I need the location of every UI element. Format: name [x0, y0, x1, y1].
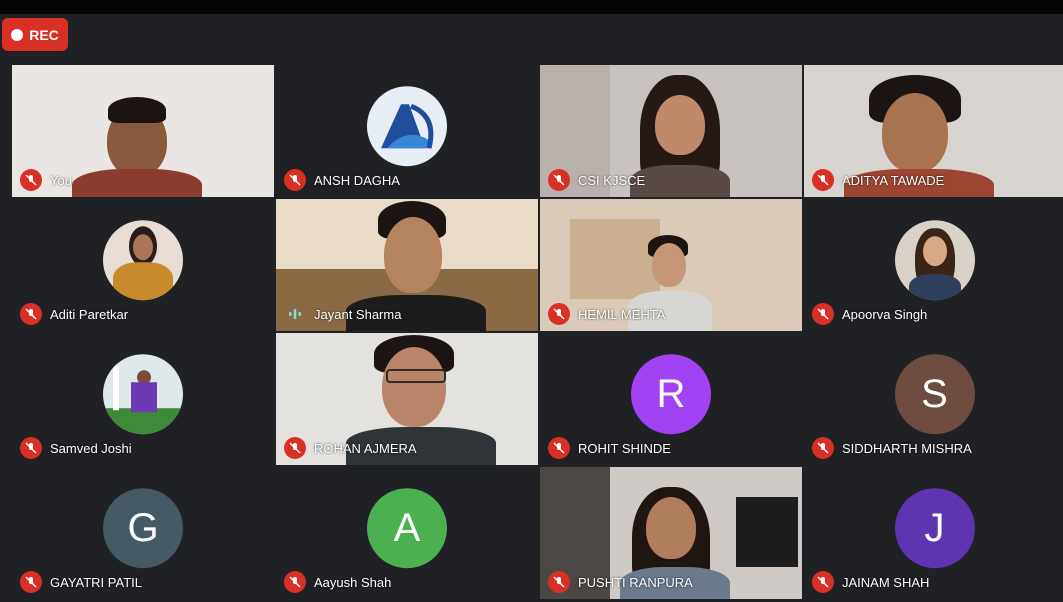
mic-off-icon	[812, 303, 834, 325]
participant-label: HEMIL MEHTA	[548, 303, 665, 325]
avatar-initial: A	[393, 505, 421, 550]
mic-off-icon	[284, 571, 306, 593]
mic-off-icon	[812, 571, 834, 593]
team-logo-icon	[381, 103, 434, 149]
record-dot-icon	[11, 28, 24, 41]
participant-label: ROHAN AJMERA	[284, 437, 417, 459]
mic-off-icon	[812, 437, 834, 459]
participant-name: Apoorva Singh	[842, 306, 928, 322]
avatar-initial: S	[921, 371, 948, 416]
profile-photo	[894, 220, 975, 301]
avatar-initial: G	[127, 505, 159, 550]
participant-name: ROHAN AJMERA	[314, 440, 417, 456]
participant-tile[interactable]: ADITYA TAWADE	[804, 65, 1063, 197]
audio-level-icon	[284, 303, 306, 325]
participant-name: CSI KJSCE	[578, 172, 646, 188]
participant-label: SIDDHARTH MISHRA	[812, 437, 972, 459]
initial-avatar: J	[894, 488, 975, 569]
participant-label: PUSHTI RANPURA	[548, 571, 693, 593]
participant-tile[interactable]: PUSHTI RANPURA	[540, 467, 802, 599]
mic-off-icon	[20, 303, 42, 325]
participant-name: GAYATRI PATIL	[50, 574, 142, 590]
mic-off-icon	[20, 571, 42, 593]
participant-name: SIDDHARTH MISHRA	[842, 440, 972, 456]
profile-photo	[103, 354, 183, 435]
mic-off-icon	[284, 169, 306, 191]
participant-name: Aayush Shah	[314, 574, 392, 590]
participant-tile[interactable]: HEMIL MEHTA	[540, 199, 802, 331]
participant-tile[interactable]: S SIDDHARTH MISHRA	[804, 333, 1063, 465]
participant-label: ANSH DAGHA	[284, 169, 400, 191]
participant-tile[interactable]: CSI KJSCE	[540, 65, 802, 197]
initial-avatar: A	[367, 488, 447, 569]
participant-name: ANSH DAGHA	[314, 172, 400, 188]
participant-name: PUSHTI RANPURA	[578, 574, 693, 590]
participant-label: Aayush Shah	[284, 571, 391, 593]
initial-avatar: S	[894, 354, 975, 435]
mic-off-icon	[284, 437, 306, 459]
mic-off-icon	[20, 169, 42, 191]
participant-tile[interactable]: You	[12, 65, 274, 197]
participant-name: ROHIT SHINDE	[578, 440, 671, 456]
avatar-initial: R	[656, 371, 686, 416]
mic-off-icon	[548, 437, 570, 459]
participant-tile-active-speaker[interactable]: Jayant Sharma	[276, 199, 538, 331]
participant-tile[interactable]: J JAINAM SHAH	[804, 467, 1063, 599]
participant-tile[interactable]: G GAYATRI PATIL	[12, 467, 274, 599]
participant-tile[interactable]: Samved Joshi	[12, 333, 274, 465]
participant-name: Aditi Paretkar	[50, 306, 129, 322]
participant-name: Samved Joshi	[50, 440, 132, 456]
participant-name: You	[50, 172, 72, 188]
participant-tile[interactable]: Apoorva Singh	[804, 199, 1063, 331]
participant-label: Jayant Sharma	[284, 303, 401, 325]
participant-tile[interactable]: A Aayush Shah	[276, 467, 538, 599]
participant-tile[interactable]: ROHAN AJMERA	[276, 333, 538, 465]
participant-name: Jayant Sharma	[314, 306, 402, 322]
participant-name: HEMIL MEHTA	[578, 306, 666, 322]
mic-off-icon	[20, 437, 42, 459]
participant-name: JAINAM SHAH	[842, 574, 930, 590]
logo-avatar	[367, 86, 447, 167]
participant-grid: You ANSH DAGHA CSI KJSCE ADITYA TAWADE A…	[12, 65, 1063, 599]
recording-indicator[interactable]: REC	[2, 18, 68, 51]
mic-off-icon	[548, 571, 570, 593]
initial-avatar: G	[103, 488, 183, 569]
participant-tile[interactable]: R ROHIT SHINDE	[540, 333, 802, 465]
avatar-initial: J	[924, 505, 945, 550]
participant-tile[interactable]: ANSH DAGHA	[276, 65, 538, 197]
mic-off-icon	[548, 303, 570, 325]
mic-off-icon	[548, 169, 570, 191]
participant-label: Samved Joshi	[20, 437, 132, 459]
recording-label: REC	[29, 26, 59, 43]
participant-label: You	[20, 169, 72, 191]
profile-photo	[103, 220, 183, 301]
participant-label: JAINAM SHAH	[812, 571, 929, 593]
participant-label: CSI KJSCE	[548, 169, 645, 191]
mic-off-icon	[812, 169, 834, 191]
top-bar	[0, 0, 1063, 14]
initial-avatar: R	[631, 354, 711, 435]
participant-name: ADITYA TAWADE	[842, 172, 945, 188]
participant-label: Aditi Paretkar	[20, 303, 128, 325]
participant-label: ADITYA TAWADE	[812, 169, 944, 191]
participant-tile[interactable]: Aditi Paretkar	[12, 199, 274, 331]
participant-label: ROHIT SHINDE	[548, 437, 671, 459]
participant-label: Apoorva Singh	[812, 303, 927, 325]
participant-label: GAYATRI PATIL	[20, 571, 142, 593]
